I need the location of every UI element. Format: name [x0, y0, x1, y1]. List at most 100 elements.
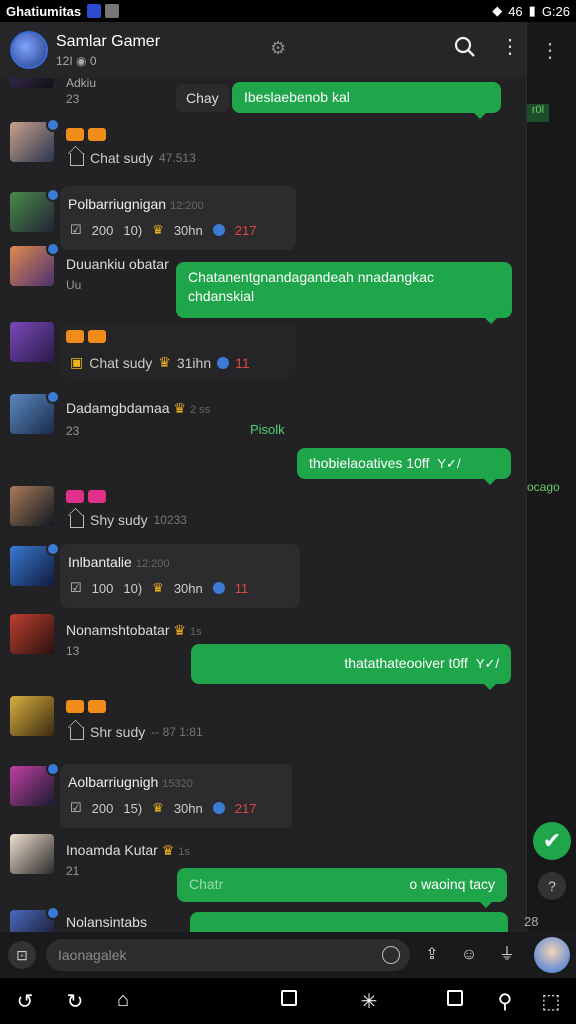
avatar[interactable] — [10, 906, 60, 932]
upload-icon[interactable]: ⇪ — [419, 942, 445, 968]
status-bar: Ghatiumitas ◆ 46 ▮ G:26 — [0, 0, 576, 22]
status-line: Shr sudy -- 87 1:81 — [70, 724, 203, 740]
verified-icon — [46, 118, 60, 132]
status-line: ▣ Chat sudy ♛ 31ihn 11 — [70, 354, 250, 371]
chat-header: Samlar Gamer 12I ◉ 0 ⚙ ⋮ — [0, 22, 526, 78]
gear-icon[interactable]: ⚙ — [270, 38, 286, 59]
avatar[interactable] — [10, 486, 54, 526]
tag — [66, 700, 84, 713]
badge-tags — [66, 330, 106, 343]
avatar[interactable] — [10, 696, 54, 736]
home-icon[interactable]: ⌂ — [110, 989, 136, 1012]
sender-sub: 13 — [66, 644, 80, 658]
badge-tags — [66, 700, 106, 713]
bubble-text: Chatanentgnandagandeah nnadangkac chdans… — [188, 269, 435, 304]
verified-icon — [46, 242, 60, 256]
message-input[interactable]: Iaonagalek — [46, 939, 410, 971]
verified-icon — [46, 188, 60, 202]
reply-chip[interactable]: Chay — [176, 84, 229, 112]
badge-tags — [66, 128, 106, 141]
message-bubble[interactable]: thatathateooiver t0ff Y✓/ — [191, 644, 511, 690]
status-app-name: Ghatiumitas — [6, 3, 82, 19]
card-stats: ☑ 100 10) ♛ 30hn 11 — [70, 580, 249, 596]
help-icon[interactable]: ? — [538, 872, 566, 900]
message: Inlbantalie 12:200 ☑ 100 10) ♛ 30hn 11 — [0, 542, 526, 610]
chat-subtitle: 12I ◉ 0 — [56, 53, 97, 68]
message: Nolansintabs — [0, 906, 526, 932]
avatar[interactable] — [10, 322, 54, 362]
attach-icon[interactable]: ⊡ — [8, 941, 36, 969]
sender-sub: 23 — [66, 92, 80, 106]
search-icon[interactable] — [454, 36, 476, 58]
card-stats: ☑ 200 15) ♛ 30hn 217 — [70, 800, 257, 816]
chat-title[interactable]: Samlar Gamer — [56, 33, 160, 51]
message-bubble[interactable]: Chatanentgnandagandeah nnadangkac chdans… — [176, 262, 512, 324]
blue-dot-icon — [212, 802, 225, 814]
notification-icon-2 — [105, 4, 120, 18]
avatar[interactable] — [10, 762, 60, 806]
composer: ⊡ Iaonagalek ⇪ ☺ ⏚ — [0, 932, 576, 978]
note-icon: ▣ — [70, 354, 84, 370]
blue-dot-icon — [217, 356, 230, 369]
mic-icon[interactable]: ⏚ — [494, 942, 520, 968]
notification-icon — [87, 4, 102, 18]
sender-name: Dadamgbdamaa ♛ 2 ss — [66, 400, 211, 416]
info-card[interactable]: ▣ Chat sudy ♛ 31ihn 11 — [60, 322, 296, 378]
message-bubble[interactable]: thobielaoatives 10ff Y✓/ — [297, 448, 511, 485]
window-icon[interactable] — [442, 989, 468, 1012]
search-icon[interactable]: ⚲ — [492, 989, 518, 1014]
avatar[interactable] — [10, 118, 60, 162]
check-icon[interactable]: ✔ — [533, 822, 571, 860]
info-card[interactable]: Polbarriugnigan 12:200 ☑ 200 10) ♛ 30hn 217 — [60, 186, 296, 250]
blue-dot-icon — [212, 224, 225, 236]
blue-dot-icon — [212, 582, 225, 594]
avatar[interactable] — [10, 614, 54, 654]
avatar[interactable] — [10, 242, 60, 286]
status-time: G:26 — [541, 3, 570, 19]
back-icon[interactable]: ↺ — [12, 989, 38, 1014]
crown-icon: ♛ — [152, 580, 164, 595]
tag — [88, 330, 106, 343]
verified-icon — [46, 906, 60, 920]
message: ▣ Chat sudy ♛ 31ihn 11 — [0, 322, 526, 394]
card-name: Aolbarriugnigh 15320 — [68, 774, 193, 790]
verified-icon — [46, 542, 60, 556]
message-bubble[interactable]: Ibeslaebenob kal — [232, 82, 501, 119]
side-count: 28 — [524, 914, 539, 929]
message: Nonamshtobatar ♛ 1s 13 thatathateooiver t… — [0, 612, 526, 702]
message: Inoamda Kutar ♛ 1s 21 Chatr o waoinq tacy — [0, 834, 526, 914]
status-timestamp: -- 87 1:81 — [151, 725, 203, 739]
message: Shr sudy -- 87 1:81 — [0, 694, 526, 764]
sender-name: Nonamshtobatar ♛ 1s — [66, 622, 202, 638]
more-icon[interactable]: ⋮ — [500, 34, 520, 59]
group-avatar[interactable] — [10, 31, 48, 69]
message-bubble[interactable]: Chatr o waoinq tacy — [177, 868, 507, 908]
avatar[interactable] — [10, 390, 60, 434]
home-icon — [70, 727, 84, 740]
sparkle-icon[interactable]: ✳ — [356, 989, 382, 1014]
avatar[interactable] — [10, 834, 54, 874]
avatar[interactable] — [10, 542, 60, 586]
screenshot-icon[interactable]: ⬚ — [538, 989, 564, 1014]
message-bubble[interactable] — [190, 912, 508, 932]
card-name: Polbarriugnigan 12:200 — [68, 196, 204, 212]
verified-icon — [46, 762, 60, 776]
info-card[interactable]: Inlbantalie 12:200 ☑ 100 10) ♛ 30hn 11 — [60, 544, 300, 608]
read-ticks: Y✓/ — [475, 656, 499, 671]
right-chip: r0l — [527, 104, 549, 122]
card-stats: ☑ 200 10) ♛ 30hn 217 — [70, 222, 257, 238]
sender-name: Inoamda Kutar ♛ 1s — [66, 842, 190, 858]
info-card[interactable]: Aolbarriugnigh 15320 ☑ 200 15) ♛ 30hn 217 — [60, 764, 292, 828]
emoji-icon[interactable]: ☺ — [456, 942, 482, 968]
timer-icon[interactable] — [382, 946, 400, 964]
user-avatar[interactable] — [534, 937, 570, 973]
more-icon[interactable]: ⋮ — [540, 38, 560, 63]
battery-icon: ▮ — [528, 3, 536, 18]
status-text: Chat sudy — [90, 150, 154, 166]
avatar[interactable] — [10, 188, 60, 232]
bubble-text: Ibeslaebenob kal — [244, 89, 350, 105]
status-timestamp: 10233 — [153, 513, 187, 527]
assistant-icon[interactable]: ↻ — [62, 989, 88, 1014]
crown-icon: ♛ — [152, 222, 164, 237]
recents-icon[interactable] — [276, 989, 302, 1012]
